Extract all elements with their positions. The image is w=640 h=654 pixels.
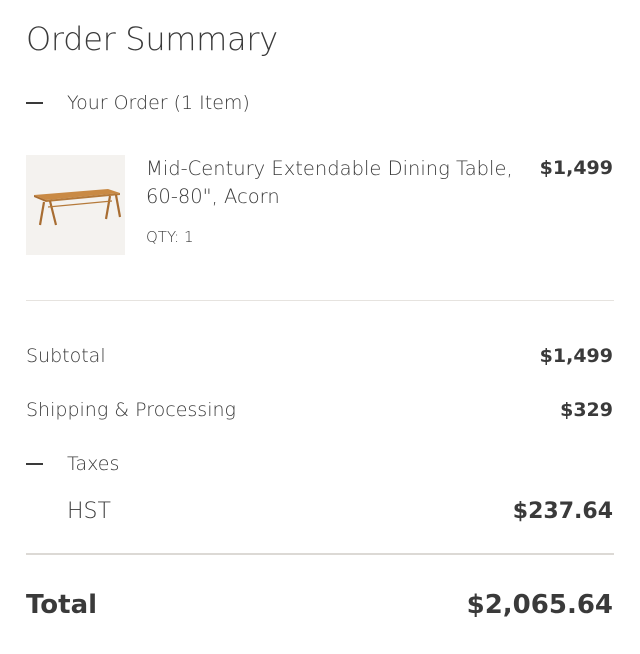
product-quantity: QTY: 1 xyxy=(146,228,194,246)
collapse-minus-icon[interactable] xyxy=(26,463,43,465)
product-price: $1,499 xyxy=(539,157,613,179)
taxes-toggle[interactable]: Taxes xyxy=(26,449,613,479)
subtotal-label: Subtotal xyxy=(26,345,106,367)
total-value: $2,065.64 xyxy=(466,590,613,620)
your-order-toggle[interactable]: Your Order (1 Item) xyxy=(26,88,250,118)
shipping-row: Shipping & Processing $329 xyxy=(26,395,613,425)
subtotal-row: Subtotal $1,499 xyxy=(26,341,613,371)
subtotal-value: $1,499 xyxy=(539,345,613,367)
dining-table-image xyxy=(34,189,122,226)
shipping-label: Shipping & Processing xyxy=(26,399,236,421)
hst-row: HST $237.64 xyxy=(67,496,613,526)
hst-value: $237.64 xyxy=(512,498,613,524)
section-divider xyxy=(26,300,614,301)
shipping-value: $329 xyxy=(560,399,613,421)
your-order-label: Your Order (1 Item) xyxy=(67,92,250,114)
total-label: Total xyxy=(26,590,98,620)
taxes-label: Taxes xyxy=(67,453,120,475)
product-thumbnail[interactable] xyxy=(26,155,125,255)
collapse-minus-icon[interactable] xyxy=(26,102,43,104)
total-divider xyxy=(26,553,614,555)
product-name-link[interactable]: Mid-Century Extendable Dining Table, 60-… xyxy=(146,155,536,211)
page-title: Order Summary xyxy=(26,20,278,58)
hst-label: HST xyxy=(67,498,111,524)
total-row: Total $2,065.64 xyxy=(26,587,613,623)
